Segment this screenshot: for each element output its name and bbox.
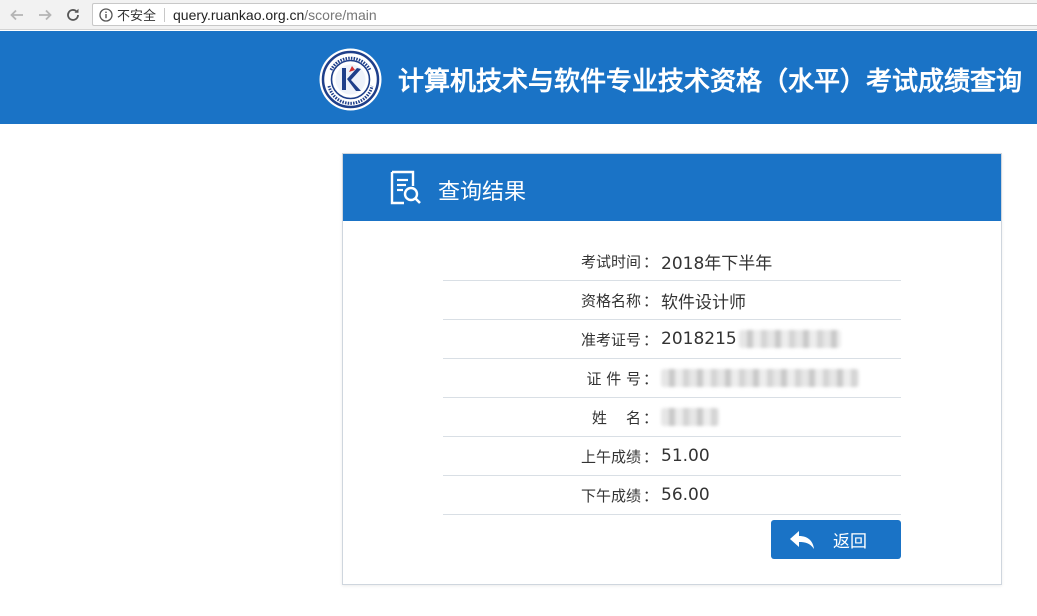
row-colon: ： bbox=[643, 252, 659, 271]
back-nav-button[interactable] bbox=[6, 4, 28, 26]
back-button-label: 返回 bbox=[833, 532, 867, 552]
browser-toolbar: 不安全 query.ruankao.org.cn/score/main bbox=[0, 0, 1037, 30]
reply-arrow-icon bbox=[789, 530, 815, 550]
row-label: 姓 名 bbox=[591, 408, 641, 427]
redacted-blur bbox=[738, 330, 841, 348]
row-colon: ： bbox=[643, 447, 659, 466]
redacted-blur bbox=[661, 408, 719, 426]
page-title: 计算机技术与软件专业技术资格（水平）考试成绩查询 bbox=[398, 67, 1023, 97]
row-label: 上午成绩 bbox=[580, 447, 641, 466]
info-icon[interactable] bbox=[99, 7, 113, 22]
result-row-afternoon-score: 下午成绩 ： 56.00 bbox=[443, 476, 901, 515]
row-value: 56.00 bbox=[661, 485, 710, 505]
reload-button[interactable] bbox=[62, 4, 84, 26]
result-row-morning-score: 上午成绩 ： 51.00 bbox=[443, 437, 901, 476]
security-status[interactable]: 不安全 bbox=[117, 5, 156, 24]
document-search-icon bbox=[390, 170, 421, 205]
url-text[interactable]: query.ruankao.org.cn/score/main bbox=[173, 7, 377, 23]
result-row-qualification: 资格名称 ： 软件设计师 bbox=[443, 281, 901, 320]
arrow-left-icon bbox=[10, 9, 23, 21]
admission-number-visible: 2018215 bbox=[661, 329, 737, 349]
row-label: 证 件 号 bbox=[586, 369, 641, 388]
row-value bbox=[661, 369, 859, 387]
site-header: 计算机技术与软件专业技术资格（水平）考试成绩查询 bbox=[0, 31, 1037, 124]
address-bar[interactable]: 不安全 query.ruankao.org.cn/score/main bbox=[92, 3, 1037, 26]
result-rows: 考试时间 ： 2018年下半年 资格名称 ： 软件设计师 准考证号 ： 2018… bbox=[443, 242, 901, 515]
row-colon: ： bbox=[643, 291, 659, 310]
result-row-exam-time: 考试时间 ： 2018年下半年 bbox=[443, 242, 901, 281]
panel-header: 查询结果 bbox=[343, 154, 1001, 221]
reload-icon bbox=[67, 8, 79, 21]
url-host: query.ruankao.org.cn bbox=[173, 6, 305, 23]
row-value: 2018年下半年 bbox=[661, 253, 773, 274]
address-divider bbox=[164, 7, 166, 22]
redacted-blur bbox=[661, 369, 859, 387]
row-value bbox=[661, 408, 719, 426]
result-row-name: 姓 名 ： bbox=[443, 398, 901, 437]
row-label: 考试时间 bbox=[580, 252, 641, 271]
row-value: 软件设计师 bbox=[661, 292, 746, 313]
row-value: 51.00 bbox=[661, 446, 710, 466]
result-row-admission-number: 准考证号 ： 2018215 bbox=[443, 320, 901, 359]
result-panel: 查询结果 考试时间 ： 2018年下半年 资格名称 ： 软件设计师 准考证号 ：… bbox=[342, 153, 1002, 585]
result-row-id-number: 证 件 号 ： bbox=[443, 359, 901, 398]
arrow-right-icon bbox=[39, 9, 52, 21]
row-label: 准考证号 bbox=[580, 330, 641, 349]
row-label: 资格名称 bbox=[580, 291, 641, 310]
row-colon: ： bbox=[643, 330, 659, 349]
forward-nav-button[interactable] bbox=[34, 4, 56, 26]
back-button[interactable]: 返回 bbox=[771, 520, 901, 559]
row-colon: ： bbox=[643, 369, 659, 388]
exam-logo-icon bbox=[319, 48, 382, 111]
url-path: /score/main bbox=[304, 6, 377, 23]
row-label: 下午成绩 bbox=[580, 486, 641, 505]
row-value: 2018215 bbox=[661, 329, 841, 349]
panel-title: 查询结果 bbox=[438, 180, 527, 205]
row-colon: ： bbox=[643, 486, 659, 505]
row-colon: ： bbox=[643, 408, 659, 427]
